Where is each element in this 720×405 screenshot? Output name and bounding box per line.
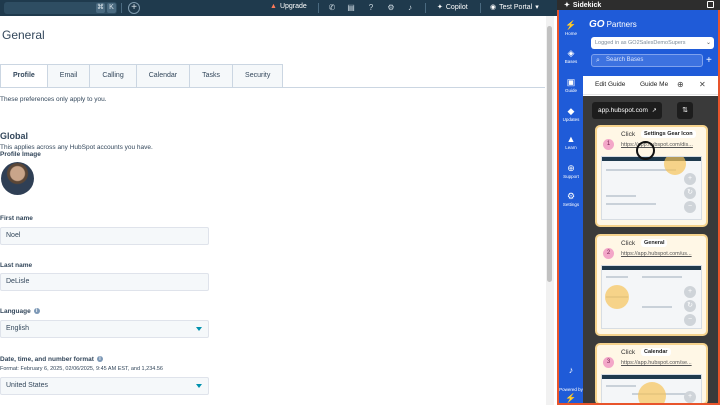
- datetime-label: Date, time, and number format i: [0, 356, 103, 363]
- collapse-panel-icon[interactable]: [707, 1, 714, 8]
- last-name-label: Last name: [0, 262, 33, 269]
- marketplace-icon[interactable]: ▤: [346, 3, 356, 13]
- info-icon[interactable]: i: [96, 356, 103, 363]
- search-shortcut: ⌘ K: [96, 3, 116, 13]
- tab-profile[interactable]: Profile: [0, 64, 48, 88]
- sidekick-title: ✦ Sidekick: [564, 1, 602, 10]
- notifications-bell-icon[interactable]: ♪: [405, 3, 415, 13]
- tab-calendar[interactable]: Calendar: [136, 64, 191, 88]
- global-heading: Global: [0, 131, 29, 141]
- region-select[interactable]: United States: [0, 377, 209, 395]
- sidekick-sparkle-icon: ✦: [564, 2, 570, 9]
- portal-label: Test Portal: [499, 3, 533, 11]
- global-topbar: ⌘ K + ▲ Upgrade ✆ ▤ ? ⚙ ♪ ✦ Copilot ◉ Te…: [0, 0, 557, 16]
- account-menu[interactable]: ◉ Test Portal ▾: [490, 3, 539, 12]
- sidekick-title-text: Sidekick: [572, 1, 602, 9]
- create-new-button[interactable]: +: [128, 2, 140, 14]
- language-label: Language i: [0, 308, 40, 315]
- settings-gear-icon[interactable]: ⚙: [386, 3, 396, 13]
- help-icon[interactable]: ?: [366, 3, 376, 13]
- upgrade-label: Upgrade: [279, 3, 307, 10]
- datetime-format-note: Format: February 6, 2025, 02/06/2025, 9:…: [0, 366, 163, 372]
- upgrade-icon: ▲: [270, 3, 277, 10]
- region-select-value: United States: [6, 382, 49, 389]
- profile-image-label: Profile Image: [0, 151, 41, 158]
- topbar-divider: [318, 3, 319, 13]
- chevron-down-icon: [196, 384, 202, 388]
- tab-email[interactable]: Email: [47, 64, 91, 88]
- topbar-divider: [121, 3, 122, 13]
- settings-tabs: Profile Email Calling Calendar Tasks Sec…: [0, 64, 284, 88]
- copilot-sparkle-icon: ✦: [437, 4, 443, 11]
- portal-avatar-icon: ◉: [490, 4, 497, 11]
- profile-avatar[interactable]: [1, 162, 34, 195]
- chevron-down-icon: [196, 327, 202, 331]
- tab-calling[interactable]: Calling: [90, 64, 137, 88]
- copilot-label: Copilot: [445, 3, 468, 11]
- main-scrollbar[interactable]: [546, 16, 554, 405]
- shortcut-key-k: K: [107, 3, 116, 13]
- first-name-field[interactable]: Noel: [0, 227, 209, 245]
- global-subtext: This applies across any HubSpot accounts…: [0, 144, 153, 151]
- settings-main: General Profile Email Calling Calendar T…: [0, 16, 545, 405]
- language-select-value: English: [6, 325, 29, 332]
- language-select[interactable]: English: [0, 320, 209, 338]
- topbar-divider: [480, 3, 481, 13]
- calling-icon[interactable]: ✆: [327, 3, 337, 13]
- tabs-divider: [0, 87, 545, 88]
- first-name-label: First name: [0, 215, 33, 222]
- language-label-text: Language: [0, 308, 31, 315]
- scrollbar-thumb[interactable]: [547, 26, 552, 282]
- tab-tasks[interactable]: Tasks: [190, 64, 234, 88]
- sidekick-header: ✦ Sidekick: [557, 0, 720, 10]
- topbar-divider: [425, 3, 426, 13]
- sidekick-highlight-frame: [557, 10, 720, 405]
- shortcut-key-cmd: ⌘: [96, 3, 105, 13]
- info-icon[interactable]: i: [33, 308, 40, 315]
- page-title: General: [2, 28, 45, 42]
- chevron-down-icon: ▾: [535, 4, 539, 11]
- preferences-note: These preferences only apply to you.: [0, 96, 107, 103]
- upgrade-button[interactable]: ▲ Upgrade: [270, 3, 307, 10]
- datetime-label-text: Date, time, and number format: [0, 356, 94, 363]
- app-root: ⌘ K + ▲ Upgrade ✆ ▤ ? ⚙ ♪ ✦ Copilot ◉ Te…: [0, 0, 720, 405]
- tab-security[interactable]: Security: [233, 64, 284, 88]
- copilot-button[interactable]: ✦ Copilot: [437, 3, 468, 12]
- last-name-field[interactable]: DeLisle: [0, 273, 209, 291]
